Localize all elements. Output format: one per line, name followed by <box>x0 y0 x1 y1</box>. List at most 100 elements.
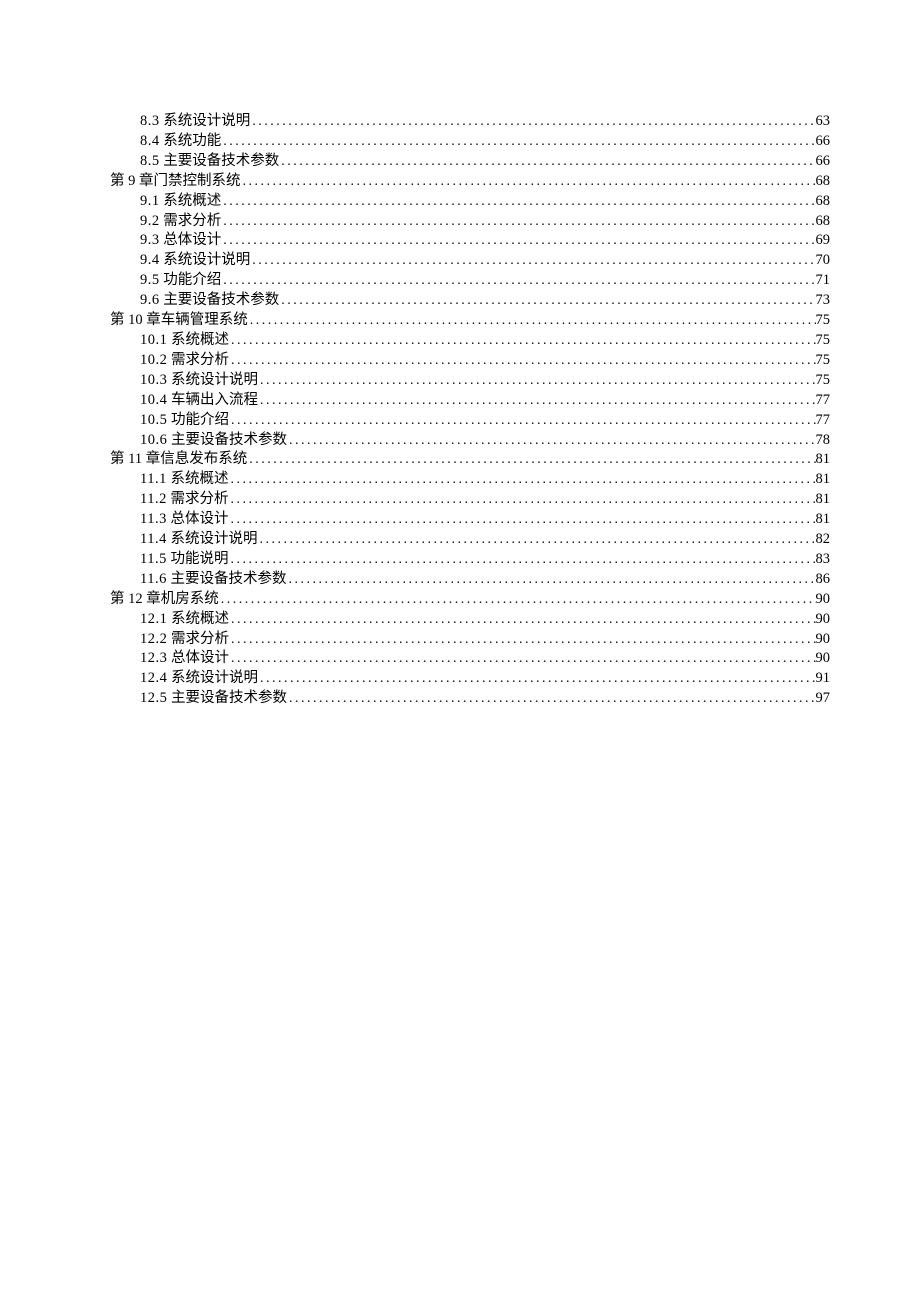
toc-entry-label: 8.4 系统功能 <box>140 132 221 152</box>
toc-entry-number: 10.4 <box>140 392 167 408</box>
toc-entry-page: 90 <box>816 590 831 610</box>
toc-entry-number: 第 9 章 <box>110 173 154 189</box>
toc-entry-page: 78 <box>816 431 831 451</box>
toc-entry-number: 9.3 <box>140 232 160 248</box>
toc-leader-dots <box>229 649 816 669</box>
toc-entry-label: 第 12 章机房系统 <box>110 590 219 610</box>
toc-sub-entry: 8.3 系统设计说明63 <box>110 112 830 132</box>
toc-leader-dots <box>221 231 815 251</box>
toc-sub-entry: 12.5 主要设备技术参数97 <box>110 689 830 709</box>
toc-entry-number: 10.3 <box>140 372 167 388</box>
toc-entry-page: 91 <box>816 669 831 689</box>
toc-entry-label: 12.2 需求分析 <box>140 630 229 650</box>
toc-entry-number: 9.2 <box>140 213 160 229</box>
toc-leader-dots <box>250 251 815 271</box>
toc-entry-page: 68 <box>816 172 831 192</box>
toc-sub-entry: 8.4 系统功能66 <box>110 132 830 152</box>
toc-sub-entry: 12.3 总体设计90 <box>110 649 830 669</box>
toc-entry-page: 75 <box>816 311 831 331</box>
toc-entry-number: 11.5 <box>140 551 167 567</box>
toc-entry-title: 主要设备技术参数 <box>167 432 287 448</box>
toc-leader-dots <box>287 431 816 451</box>
toc-entry-number: 11.1 <box>140 471 167 487</box>
toc-sub-entry: 10.3 系统设计说明75 <box>110 371 830 391</box>
toc-entry-label: 第 11 章信息发布系统 <box>110 450 247 470</box>
toc-entry-number: 9.1 <box>140 193 160 209</box>
toc-entry-label: 10.2 需求分析 <box>140 351 229 371</box>
toc-sub-entry: 9.4 系统设计说明 70 <box>110 251 830 271</box>
toc-entry-page: 70 <box>816 251 831 271</box>
toc-entry-title: 信息发布系统 <box>160 451 247 467</box>
toc-leader-dots <box>229 331 816 351</box>
toc-entry-page: 63 <box>816 112 831 132</box>
toc-entry-number: 10.6 <box>140 432 167 448</box>
toc-entry-title: 需求分析 <box>160 213 222 229</box>
toc-entry-number: 12.3 <box>140 650 167 666</box>
toc-entry-number: 10.2 <box>140 352 167 368</box>
toc-entry-number: 第 10 章 <box>110 312 161 328</box>
toc-entry-title: 系统概述 <box>167 332 229 348</box>
toc-entry-page: 68 <box>816 212 831 232</box>
toc-entry-number: 11.4 <box>140 531 167 547</box>
toc-entry-title: 机房系统 <box>161 591 219 607</box>
table-of-contents: 8.3 系统设计说明638.4 系统功能668.5 主要设备技术参数66第 9 … <box>110 112 830 709</box>
toc-sub-entry: 11.5 功能说明 83 <box>110 550 830 570</box>
toc-entry-title: 门禁控制系统 <box>154 173 241 189</box>
toc-entry-label: 9.6 主要设备技术参数 <box>140 291 279 311</box>
toc-entry-page: 75 <box>816 351 831 371</box>
toc-entry-title: 系统设计说明 <box>167 531 258 547</box>
toc-entry-title: 系统概述 <box>167 611 229 627</box>
toc-sub-entry: 11.6 主要设备技术参数 86 <box>110 570 830 590</box>
toc-entry-page: 66 <box>816 152 831 172</box>
toc-entry-title: 系统功能 <box>160 133 222 149</box>
toc-entry-page: 83 <box>816 550 831 570</box>
toc-leader-dots <box>287 689 816 709</box>
toc-entry-label: 第 9 章门禁控制系统 <box>110 172 241 192</box>
toc-entry-label: 10.4 车辆出入流程 <box>140 391 258 411</box>
toc-entry-title: 车辆出入流程 <box>167 392 258 408</box>
toc-entry-number: 8.3 <box>140 113 160 129</box>
toc-entry-label: 12.1 系统概述 <box>140 610 229 630</box>
toc-entry-number: 8.4 <box>140 133 160 149</box>
toc-entry-page: 77 <box>816 411 831 431</box>
toc-entry-title: 需求分析 <box>167 491 229 507</box>
toc-entry-page: 81 <box>816 510 831 530</box>
toc-leader-dots <box>219 590 816 610</box>
toc-entry-label: 11.1 系统概述 <box>140 470 228 490</box>
toc-entry-title: 需求分析 <box>167 631 229 647</box>
toc-sub-entry: 10.2 需求分析 75 <box>110 351 830 371</box>
toc-entry-label: 9.4 系统设计说明 <box>140 251 250 271</box>
toc-leader-dots <box>221 132 815 152</box>
toc-entry-label: 10.5 功能介绍 <box>140 411 229 431</box>
toc-entry-number: 12.4 <box>140 670 167 686</box>
toc-sub-entry: 9.5 功能介绍71 <box>110 271 830 291</box>
toc-entry-label: 10.3 系统设计说明 <box>140 371 258 391</box>
toc-entry-title: 系统概述 <box>167 471 229 487</box>
toc-leader-dots <box>221 271 815 291</box>
toc-leader-dots <box>241 172 816 192</box>
toc-entry-label: 10.1 系统概述 <box>140 331 229 351</box>
toc-sub-entry: 10.5 功能介绍 77 <box>110 411 830 431</box>
toc-sub-entry: 12.4 系统设计说明91 <box>110 669 830 689</box>
toc-entry-label: 9.5 功能介绍 <box>140 271 221 291</box>
toc-entry-page: 90 <box>816 630 831 650</box>
toc-entry-title: 总体设计 <box>160 232 222 248</box>
toc-entry-title: 主要设备技术参数 <box>167 571 287 587</box>
toc-entry-label: 9.3 总体设计 <box>140 231 221 251</box>
toc-sub-entry: 9.3 总体设计69 <box>110 231 830 251</box>
toc-leader-dots <box>279 291 815 311</box>
toc-sub-entry: 11.2 需求分析81 <box>110 490 830 510</box>
toc-sub-entry: 8.5 主要设备技术参数66 <box>110 152 830 172</box>
toc-leader-dots <box>258 391 816 411</box>
toc-entry-page: 77 <box>816 391 831 411</box>
toc-entry-label: 11.2 需求分析 <box>140 490 228 510</box>
toc-entry-number: 12.2 <box>140 631 167 647</box>
toc-sub-entry: 11.4 系统设计说明82 <box>110 530 830 550</box>
toc-entry-label: 12.5 主要设备技术参数 <box>140 689 287 709</box>
toc-leader-dots <box>279 152 815 172</box>
toc-entry-page: 86 <box>816 570 831 590</box>
toc-entry-number: 10.1 <box>140 332 167 348</box>
toc-entry-number: 11.6 <box>140 571 167 587</box>
toc-chapter-entry: 第 9 章门禁控制系统 68 <box>110 172 830 192</box>
toc-entry-title: 功能说明 <box>167 551 229 567</box>
